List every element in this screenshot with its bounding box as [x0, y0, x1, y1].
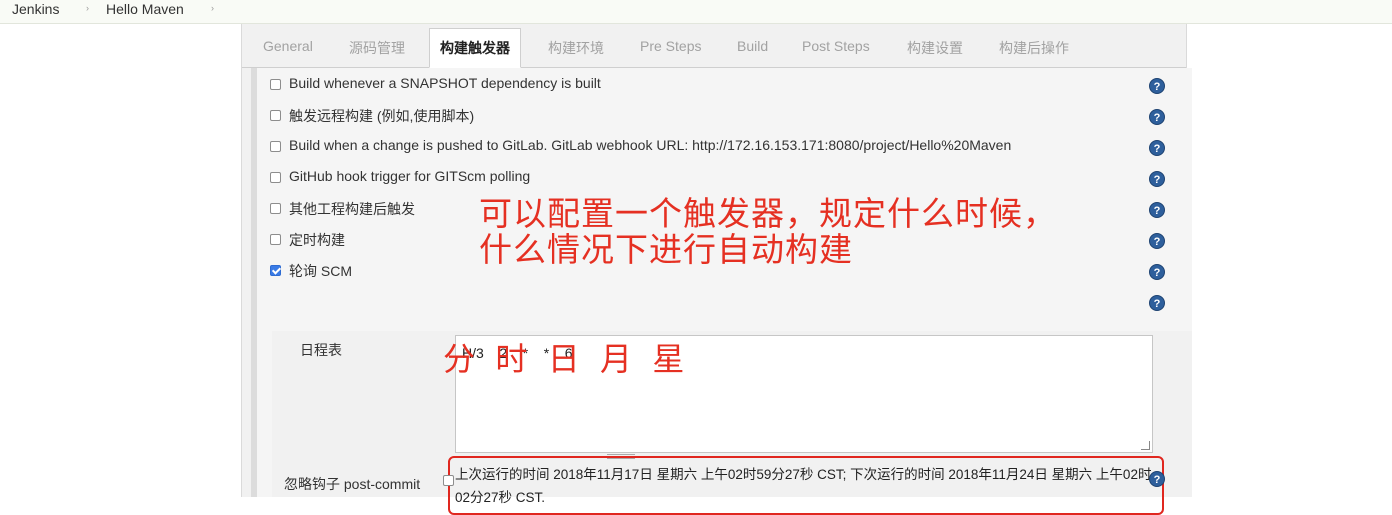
- trigger-github-hook-checkbox[interactable]: [270, 172, 281, 183]
- help-icon[interactable]: ?: [1149, 171, 1165, 187]
- tab-build-env[interactable]: 构建环境: [548, 38, 604, 58]
- tab-build[interactable]: Build: [737, 38, 768, 54]
- trigger-snapshot-label: Build whenever a SNAPSHOT dependency is …: [289, 75, 601, 91]
- breadcrumb-jenkins[interactable]: Jenkins: [12, 1, 59, 17]
- resize-handle-icon[interactable]: [1141, 441, 1150, 450]
- tab-build-settings[interactable]: 构建设置: [907, 38, 963, 58]
- trigger-remote-label: 触发远程构建 (例如,使用脚本): [289, 108, 475, 124]
- trigger-periodic-checkbox[interactable]: [270, 234, 281, 245]
- trigger-upstream-checkbox[interactable]: [270, 203, 281, 214]
- build-triggers-section: Build whenever a SNAPSHOT dependency is …: [251, 68, 1192, 515]
- help-icon[interactable]: ?: [1149, 140, 1165, 156]
- trigger-gitlab-checkbox[interactable]: [270, 141, 281, 152]
- help-icon[interactable]: ?: [1149, 202, 1165, 218]
- tab-source-code[interactable]: 源码管理: [349, 38, 405, 58]
- tab-general[interactable]: General: [263, 38, 313, 54]
- annotation-line-2: 什么情况下进行自动构建: [479, 230, 853, 269]
- schedule-label: 日程表: [300, 342, 342, 358]
- tab-post-build[interactable]: 构建后操作: [999, 38, 1069, 58]
- schedule-info: 上次运行的时间 2018年11月17日 星期六 上午02时59分27秒 CST;…: [455, 467, 1152, 505]
- trigger-github-hook-label: GitHub hook trigger for GITScm polling: [289, 168, 531, 184]
- trigger-periodic-label: 定时构建: [289, 232, 345, 248]
- help-icon[interactable]: ?: [1149, 78, 1165, 94]
- breadcrumb: Jenkins › Hello Maven ›: [0, 0, 1392, 24]
- trigger-poll-scm-label: 轮询 SCM: [289, 263, 352, 279]
- breadcrumb-separator[interactable]: ›: [211, 3, 214, 13]
- tab-pre-steps[interactable]: Pre Steps: [640, 38, 701, 54]
- trigger-poll-scm-checkbox[interactable]: [270, 265, 281, 276]
- trigger-upstream-label: 其他工程构建后触发: [289, 201, 415, 217]
- annotation-cron-fields: 分 时 日 月 星: [443, 340, 685, 378]
- config-tabs: General 源码管理 构建触发器 构建环境 Pre Steps Build …: [242, 24, 1186, 68]
- trigger-snapshot-checkbox[interactable]: [270, 79, 281, 90]
- trigger-remote-checkbox[interactable]: [270, 110, 281, 121]
- tab-post-steps[interactable]: Post Steps: [802, 38, 870, 54]
- help-icon[interactable]: ?: [1149, 233, 1165, 249]
- help-icon[interactable]: ?: [1149, 295, 1165, 311]
- tab-build-triggers[interactable]: 构建触发器: [429, 28, 521, 68]
- help-icon[interactable]: ?: [1149, 471, 1165, 487]
- help-icon[interactable]: ?: [1149, 264, 1165, 280]
- ignore-post-commit-checkbox[interactable]: [443, 475, 454, 486]
- breadcrumb-separator: ›: [86, 3, 89, 13]
- trigger-gitlab-label: Build when a change is pushed to GitLab.…: [289, 137, 1012, 153]
- annotation-line-1: 可以配置一个触发器，规定什么时候，: [479, 194, 1057, 233]
- breadcrumb-hello-maven[interactable]: Hello Maven: [106, 1, 184, 17]
- ignore-post-commit-label: 忽略钩子 post-commit: [284, 476, 421, 492]
- poll-scm-options: 日程表 H/3 2 * * 6 上次运行的时间 2018年11月17日 星期六 …: [272, 331, 1192, 515]
- help-icon[interactable]: ?: [1149, 109, 1165, 125]
